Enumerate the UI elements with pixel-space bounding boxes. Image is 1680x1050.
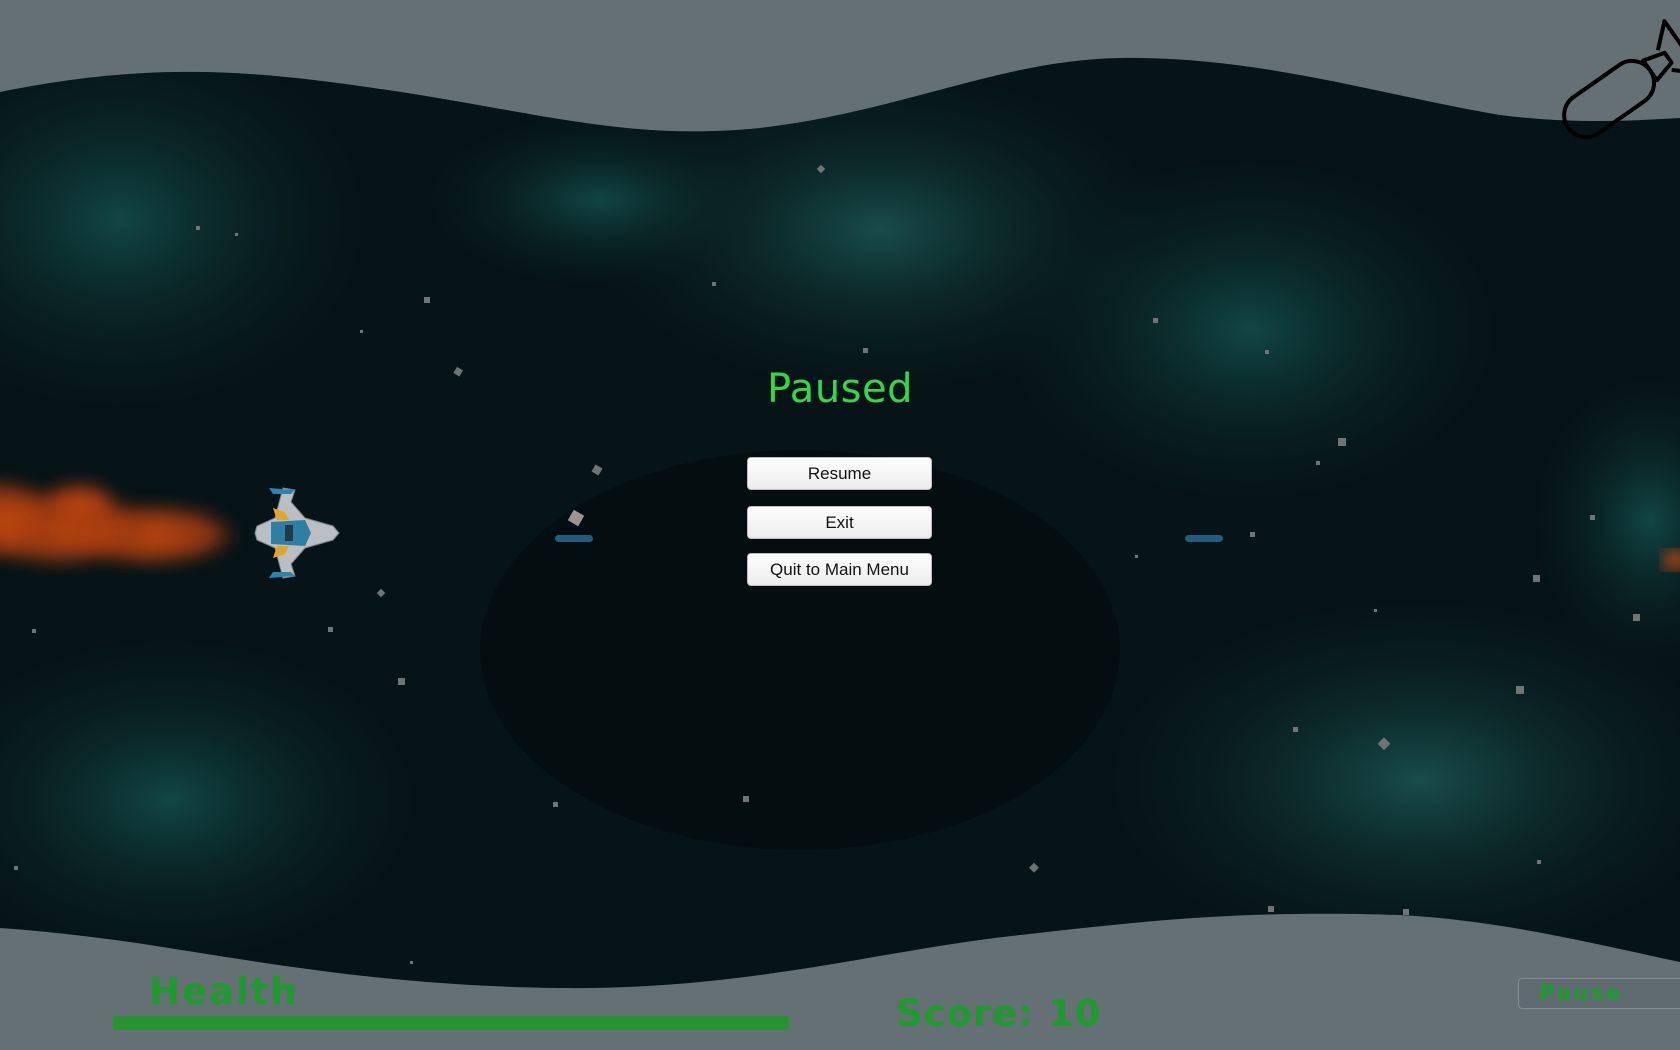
health-bar-fill [113,1016,789,1030]
exit-button[interactable]: Exit [747,506,932,539]
health-label: Health [149,970,299,1013]
laser-bolt [555,535,593,542]
pause-button[interactable]: Pause [1518,978,1680,1009]
resume-button[interactable]: Resume [747,457,932,490]
paused-title: Paused [766,366,914,412]
laser-bolt [1185,535,1223,542]
quit-to-main-menu-button[interactable]: Quit to Main Menu [747,553,932,586]
score-display: Score: 10 [896,992,1102,1035]
health-bar [113,1016,789,1030]
